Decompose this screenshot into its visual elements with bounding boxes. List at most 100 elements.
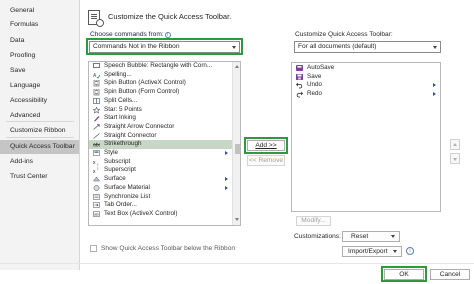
list-item[interactable]: x 2 Subscript (89, 158, 232, 167)
import-export-button[interactable]: Import/Export (342, 246, 402, 257)
reset-button[interactable]: Reset (342, 231, 400, 242)
choose-commands-dropdown[interactable]: Commands Not in the Ribbon (89, 41, 240, 53)
arrow-line-icon (93, 124, 100, 130)
list-item[interactable]: Straight Connector (89, 132, 232, 141)
cancel-button[interactable]: Cancel (430, 269, 470, 280)
arrow-up-icon (453, 143, 457, 146)
sync-list-icon (93, 193, 100, 200)
submenu-arrow-icon (433, 92, 436, 97)
list-item[interactable]: x 2 Superscript (89, 166, 232, 175)
choose-commands-label: Choose commands from: i (90, 31, 171, 38)
list-item-label: Straight Arrow Connector (104, 122, 175, 130)
list-item[interactable]: ab Text Box (ActiveX Control) (89, 210, 232, 219)
commands-scrollbar[interactable] (232, 62, 240, 225)
list-item[interactable]: Save (292, 73, 440, 82)
qat-list[interactable]: AutoSave Save Undo Redo (291, 62, 441, 212)
redo-icon (296, 91, 303, 98)
nav-item-save[interactable]: Save (0, 64, 79, 78)
customizations-label: Customizations: (294, 233, 341, 240)
nav-item-trust-center[interactable]: Trust Center (0, 170, 79, 184)
ok-button[interactable]: OK (384, 269, 424, 280)
import-export-label: Import/Export (348, 248, 388, 255)
list-item-label: AutoSave (307, 64, 335, 71)
add-button[interactable]: Add >> (247, 140, 285, 151)
spin-button-icon (93, 88, 100, 96)
page-title: Customize the Quick Access Toolbar. (108, 12, 232, 21)
list-item[interactable]: Synchronize List (89, 193, 232, 202)
list-item-label: Split Cells... (104, 96, 138, 104)
spelling-icon: A (93, 72, 101, 79)
list-item[interactable]: Undo (292, 81, 440, 90)
list-item-label: Star: 5 Points (104, 105, 142, 113)
nav-item-customize-ribbon[interactable]: Customize Ribbon (0, 124, 79, 138)
list-item-label: Spelling... (104, 70, 132, 78)
list-item[interactable]: Straight Arrow Connector (89, 123, 232, 132)
arrow-down-icon (453, 158, 457, 161)
nav-item-data[interactable]: Data (0, 34, 79, 48)
list-item[interactable]: Start Inking (89, 114, 232, 123)
nav-item-quick-access-toolbar[interactable]: Quick Access Toolbar (0, 140, 79, 154)
list-item-label: Text Box (ActiveX Control) (104, 209, 178, 217)
show-below-ribbon-checkbox[interactable] (90, 245, 97, 252)
superscript-icon: x2 (93, 167, 100, 175)
list-item[interactable]: Spin Button (ActiveX Control) (89, 79, 232, 88)
move-up-button[interactable] (450, 139, 460, 150)
commands-list[interactable]: Speech Bubble: Rectangle with Corn... A Sp… (88, 61, 241, 226)
list-item-label: Surface (104, 175, 126, 183)
svg-text:2: 2 (97, 167, 99, 171)
list-item[interactable]: Star: 5 Points (89, 106, 232, 115)
speech-bubble-icon (93, 63, 100, 69)
nav-item-language[interactable]: Language (0, 79, 79, 93)
customize-qat-dropdown[interactable]: For all documents (default) (294, 41, 441, 53)
chevron-down-icon (393, 250, 397, 253)
nav-item-general[interactable]: General (0, 4, 79, 18)
nav-item-formulas[interactable]: Formulas (0, 18, 79, 32)
submenu-arrow-icon (225, 177, 228, 182)
list-item[interactable]: Surface Material (89, 184, 232, 193)
list-item-label: Save (307, 72, 322, 80)
list-item[interactable]: Redo (292, 90, 440, 99)
remove-button[interactable]: << Remove (247, 155, 285, 166)
list-item-label: Speech Bubble: Rectangle with Corn... (104, 62, 213, 69)
list-item-label: Redo (307, 90, 323, 98)
scroll-down-icon[interactable] (235, 218, 239, 221)
submenu-arrow-icon (225, 185, 228, 190)
undo-icon (296, 82, 303, 89)
nav-separator (6, 121, 74, 122)
scroll-up-icon[interactable] (235, 65, 239, 68)
nav-item-accessibility[interactable]: Accessibility (0, 94, 79, 108)
list-item-label: Surface Material (104, 183, 150, 191)
scrollbar-thumb[interactable] (235, 144, 240, 154)
footer-divider (0, 263, 474, 264)
modify-button[interactable]: Modify... (296, 216, 331, 226)
subscript-icon: x2 (93, 159, 100, 166)
list-item-label: Straight Connector (104, 131, 157, 139)
strikethrough-icon: abc (93, 141, 102, 149)
customize-qat-label: Customize Quick Access Toolbar: (295, 31, 393, 38)
list-item[interactable]: AutoSave (292, 64, 440, 73)
list-item[interactable]: abc Strikethrough (89, 140, 232, 149)
list-item[interactable]: Split Cells... (89, 97, 232, 106)
nav-item-proofing[interactable]: Proofing (0, 49, 79, 63)
list-item[interactable]: Surface (89, 175, 232, 184)
list-item-label: Spin Button (Form Control) (104, 88, 180, 96)
tab-order-icon (93, 202, 100, 208)
list-item[interactable]: Speech Bubble: Rectangle with Corn... (89, 62, 232, 71)
list-item[interactable]: Spin Button (Form Control) (89, 88, 232, 97)
list-item-label: Undo (307, 81, 323, 89)
move-down-button[interactable] (450, 153, 460, 164)
list-item-label: Subscript (104, 157, 131, 165)
spin-button-icon (93, 80, 100, 87)
list-item[interactable]: Style (89, 149, 232, 158)
info-icon: i (406, 247, 414, 255)
svg-text:abc: abc (93, 143, 100, 149)
svg-text:ab: ab (94, 212, 99, 217)
list-item[interactable]: A Spelling... (89, 71, 232, 80)
nav-separator (6, 137, 74, 138)
list-item-label: Strikethrough (104, 140, 142, 148)
reset-label: Reset (351, 233, 369, 240)
list-item[interactable]: Tab Order... (89, 201, 232, 210)
nav-item-add-ins[interactable]: Add-ins (0, 155, 79, 169)
split-cells-icon (93, 97, 100, 104)
pen-icon (93, 115, 100, 122)
